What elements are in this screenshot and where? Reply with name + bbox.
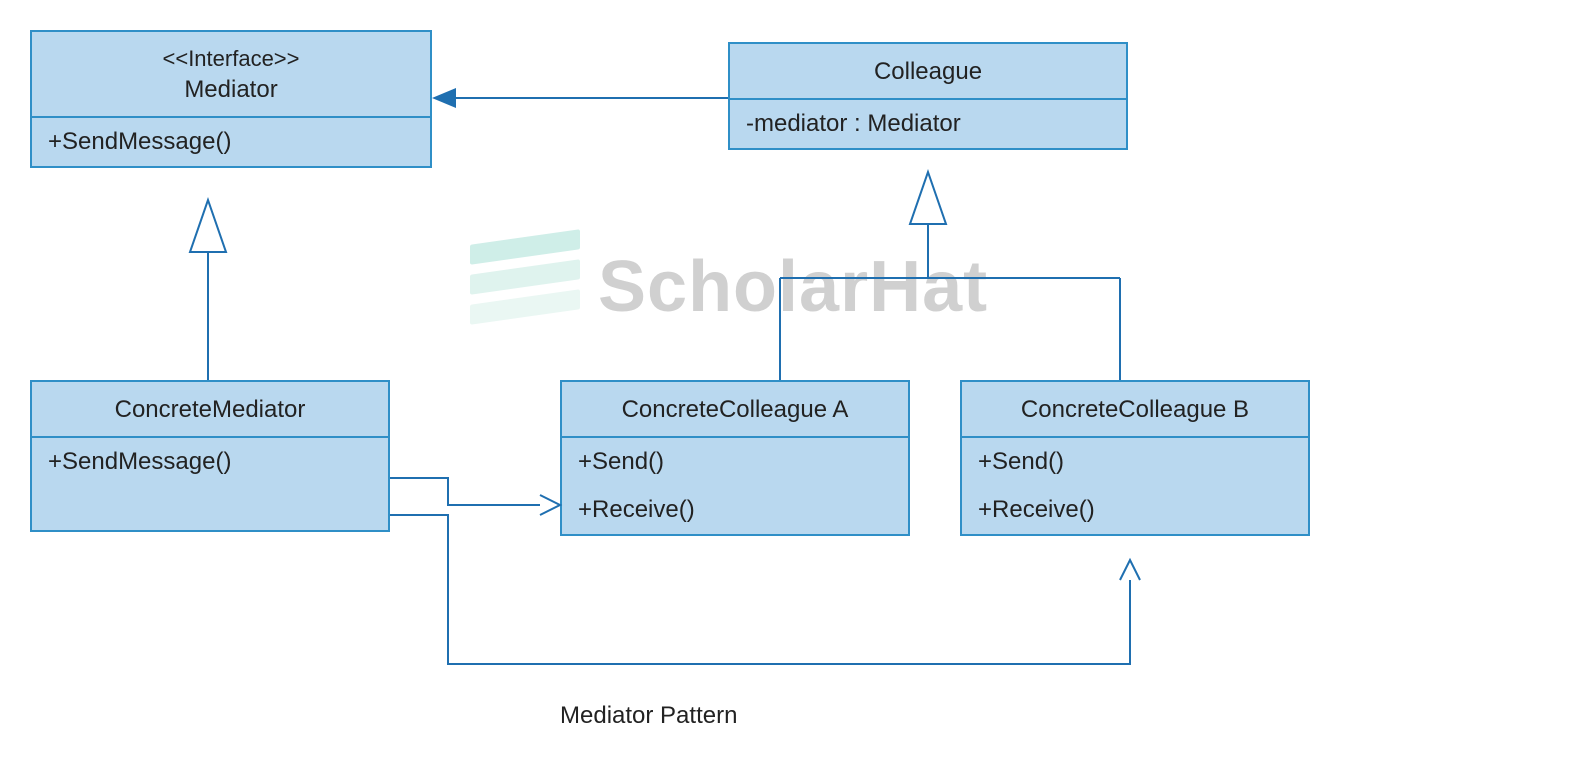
class-box-mediator: <<Interface>> Mediator +SendMessage(): [30, 30, 432, 168]
class-member: -mediator : Mediator: [730, 100, 1126, 148]
class-title: <<Interface>> Mediator: [32, 32, 430, 116]
class-member: +Send(): [562, 438, 908, 486]
class-member: +Send(): [962, 438, 1308, 486]
class-name: ConcreteColleague A: [622, 396, 849, 423]
class-name: Mediator: [184, 76, 277, 103]
arrowhead-open-icon: [1120, 560, 1140, 580]
class-title: ConcreteColleague B: [962, 382, 1308, 436]
class-box-concrete-colleague-a: ConcreteColleague A +Send() +Receive(): [560, 380, 910, 536]
arrowhead-hollow-icon: [910, 172, 946, 224]
class-name: ConcreteMediator: [115, 396, 306, 423]
edge-concretemediator-to-b: [390, 515, 1130, 664]
class-title: ConcreteColleague A: [562, 382, 908, 436]
class-member: +SendMessage(): [32, 438, 388, 486]
class-title: Colleague: [730, 44, 1126, 98]
class-member: +Receive(): [962, 486, 1308, 534]
diagram-caption: Mediator Pattern: [560, 702, 737, 730]
class-member: +SendMessage(): [32, 118, 430, 166]
arrowhead-hollow-icon: [190, 200, 226, 252]
class-name: Colleague: [874, 58, 982, 85]
class-name: ConcreteColleague B: [1021, 396, 1249, 423]
watermark-logo-icon: [470, 232, 580, 342]
watermark: ScholarHat: [470, 232, 988, 342]
class-title: ConcreteMediator: [32, 382, 388, 436]
watermark-text: ScholarHat: [598, 246, 988, 328]
stereotype-label: <<Interface>>: [42, 44, 420, 74]
class-box-concrete-colleague-b: ConcreteColleague B +Send() +Receive(): [960, 380, 1310, 536]
arrowhead-open-icon: [540, 495, 560, 515]
class-box-colleague: Colleague -mediator : Mediator: [728, 42, 1128, 150]
class-box-concrete-mediator: ConcreteMediator +SendMessage(): [30, 380, 390, 532]
arrowhead-solid-icon: [432, 88, 456, 108]
edge-concretemediator-to-a: [390, 478, 540, 505]
class-member: +Receive(): [562, 486, 908, 534]
